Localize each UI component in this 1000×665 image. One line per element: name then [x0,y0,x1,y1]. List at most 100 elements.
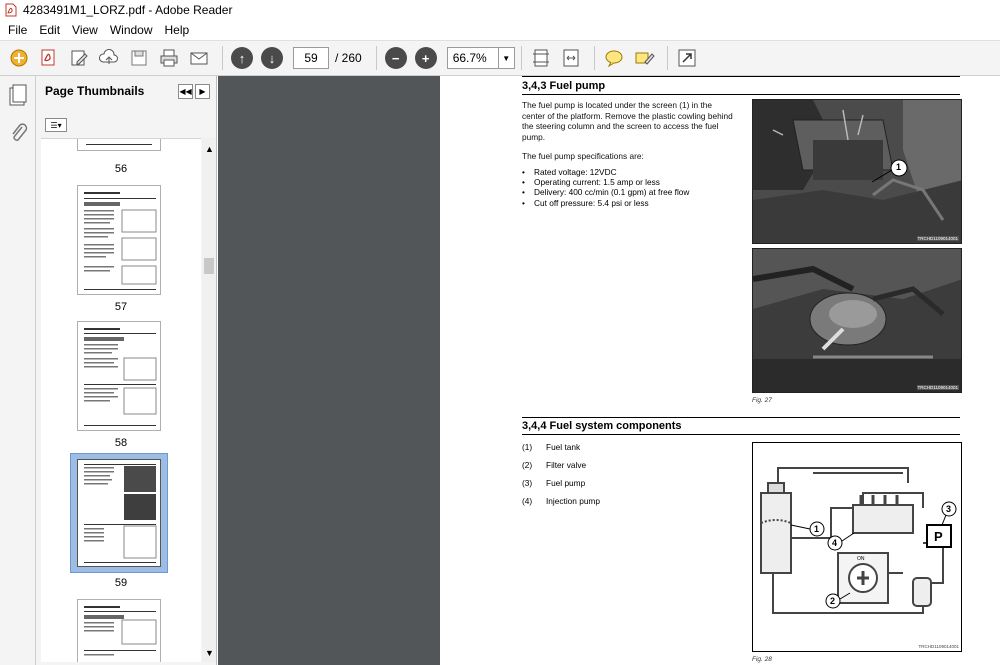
upload-button[interactable] [96,45,122,71]
collapse-panel-button[interactable]: ◀◀ [178,84,193,99]
thumbnail-page[interactable] [77,185,161,295]
callout-label: 1 [896,162,902,172]
menu-window[interactable]: Window [104,23,159,37]
menu-file[interactable]: File [2,23,33,37]
thumbnail-page[interactable] [77,321,161,431]
comment-icon [605,50,623,68]
page-preview [84,328,157,426]
thumbnail-list: 56 57 58 59 [41,138,201,662]
component-item: (4) Injection pump [522,496,722,514]
navigation-strip [0,76,36,665]
save-icon [131,50,147,66]
plus-icon: + [414,47,437,69]
next-page-button[interactable]: ↓ [259,45,285,71]
spec-item: Delivery: 400 cc/min (0.1 gpm) at free f… [522,187,734,197]
edit-button[interactable] [66,45,92,71]
expand-panel-button[interactable]: ▶ [195,84,210,99]
thumbnail-options-button[interactable]: ☰▾ [45,118,67,132]
fuel-pump-paragraph: The fuel pump is located under the scree… [522,100,733,142]
chevron-down-icon: ▼ [502,53,511,63]
toolbar: ↑ ↓ 59 / 260 − + 66.7% ▼ [0,40,1000,76]
create-pdf-button[interactable] [6,45,32,71]
diagram-callout-3: 3 [946,504,951,514]
comment-button[interactable] [601,45,627,71]
page-thumbnails-icon[interactable] [7,84,29,108]
chevron-right-icon: ▶ [199,87,206,96]
thumbnail-label: 56 [114,163,128,175]
window-title: 4283491M1_LORZ.pdf - Adobe Reader [23,3,233,17]
component-number: (3) [522,478,533,488]
fuel-system-diagram: P ON 1 2 3 4 TRCHD1109014001 [752,442,962,652]
fit-page-button[interactable] [528,45,554,71]
figure-caption: Fig. 27 [752,397,772,404]
pencil-doc-icon [71,50,88,66]
zoom-input[interactable]: 66.7% [446,47,499,69]
diagram-code: TRCHD1109014001 [918,644,959,649]
highlight-button[interactable] [631,45,657,71]
section-rule [522,94,960,95]
component-item: (2) Filter valve [522,460,722,478]
list-options-icon: ☰▾ [50,120,62,130]
thumbnail-selected[interactable] [70,453,168,573]
cloud-upload-icon [99,48,118,64]
highlighter-icon [635,52,655,65]
page-preview [84,192,157,290]
menu-bar: File Edit View Window Help [0,20,1000,40]
fuel-pump-closeup-photo: TRCHD1109014001 [752,248,962,393]
separator [666,46,668,70]
fuel-pump-spec-intro: The fuel pump specifications are: [522,151,644,161]
scroll-up-icon[interactable]: ▲ [205,144,214,154]
thumbnail-label: 57 [114,301,128,313]
fit-page-icon [532,49,549,67]
page-preview [84,464,157,563]
fit-width-icon [563,49,579,67]
spec-item: Cut off pressure: 5.4 psi or less [522,198,734,208]
section-rule [522,417,960,418]
photo-code: TRCHD1109014001 [916,236,959,241]
menu-view[interactable]: View [66,23,104,37]
paperclip-icon[interactable] [7,122,29,146]
email-button[interactable] [186,45,212,71]
component-name: Injection pump [546,496,600,506]
menu-help[interactable]: Help [159,23,196,37]
save-button[interactable] [126,45,152,71]
scroll-down-icon[interactable]: ▼ [205,648,214,658]
thumbnails-panel: Page Thumbnails ◀◀ ▶ ☰▾ 56 57 58 59 ▲ ▼ [36,76,217,665]
fullscreen-button[interactable] [674,45,700,71]
expand-icon [678,49,696,67]
photo-image [753,100,961,243]
separator [520,46,522,70]
diagram-drawing: P ON 1 2 3 4 [760,467,957,614]
section-title-fuel-system: 3,4,4 Fuel system components [522,420,682,432]
scrollbar-thumb[interactable] [204,258,214,274]
top-rule [522,76,960,77]
previous-page-button[interactable]: ↑ [229,45,255,71]
zoom-out-button[interactable]: − [383,45,409,71]
panel-title: Page Thumbnails [45,84,145,98]
print-button[interactable] [156,45,182,71]
thumbnail-page[interactable] [77,139,161,151]
page-number-input[interactable]: 59 [293,47,329,69]
document-view[interactable]: 3,4,3 Fuel pump The fuel pump is located… [218,76,1000,665]
menu-edit[interactable]: Edit [33,23,66,37]
convert-pdf-button[interactable] [36,45,62,71]
pump-letter: P [934,529,943,544]
zoom-in-button[interactable]: + [413,45,439,71]
printer-icon [160,49,178,67]
fit-width-button[interactable] [558,45,584,71]
envelope-icon [190,52,208,65]
thumbnail-page[interactable] [77,599,161,662]
create-pdf-icon [10,49,28,67]
title-bar: 4283491M1_LORZ.pdf - Adobe Reader [0,0,1000,20]
pdf-convert-icon [41,49,55,66]
separator [375,46,377,70]
page-total: / 260 [335,51,362,65]
chevron-left-icon: ◀◀ [179,87,192,96]
section-rule [522,434,960,435]
diagram-callout-4: 4 [832,538,837,548]
zoom-dropdown-button[interactable]: ▼ [498,47,515,69]
photo-code: TRCHD1109014001 [916,385,959,390]
minus-icon: − [384,47,407,69]
thumbnail-scrollbar[interactable]: ▲ ▼ [202,138,216,662]
component-name: Fuel pump [546,478,586,488]
